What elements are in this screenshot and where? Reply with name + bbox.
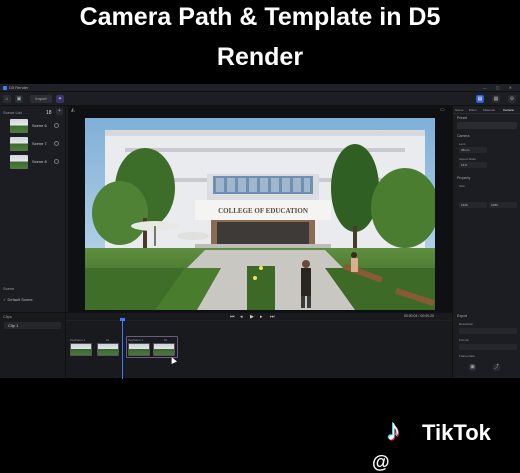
format-label: Format	[459, 338, 469, 342]
preset-section-title: Preset	[457, 116, 468, 120]
play-icon[interactable]: ▶	[250, 314, 254, 320]
clips-title: Clips	[3, 314, 12, 319]
properties-panel: Scene Effect Materials Camera Preset Cam…	[452, 106, 520, 378]
tiktok-watermark: ♪ TikTok	[386, 414, 520, 454]
timeline-panel: Clips Clip 1 ⏮ ◂ ▶ ▸ ⏭ 00:00:04 / 00:00:…	[0, 312, 452, 379]
aspect-label: Aspect Ratio	[459, 157, 477, 161]
keyframe-thumbnail[interactable]	[97, 343, 119, 356]
camera-visibility-icon[interactable]	[54, 123, 59, 128]
share-icon[interactable]: ⤴	[493, 364, 500, 371]
camera-thumbnail	[10, 155, 28, 169]
resolution-label: Resolution	[459, 322, 474, 326]
width-field[interactable]: 1920	[459, 202, 487, 208]
camera-label: Scene 8	[32, 159, 47, 164]
tab-effect[interactable]: Effect	[469, 108, 477, 112]
keyframe-label: Keyframe 1	[70, 338, 86, 342]
camera-item-2[interactable]: Scene 7	[10, 137, 64, 153]
export-section-title: Export	[457, 314, 468, 318]
window-title: D5 Render	[9, 85, 29, 90]
viewport-option-icon[interactable]: ▭	[440, 107, 446, 113]
keyframe-thumbnail[interactable]	[70, 343, 92, 356]
camera-thumbnail	[10, 119, 28, 133]
camera-label: Scene 7	[32, 141, 47, 146]
property-section-title: Property	[457, 176, 471, 180]
gallery-icon[interactable]: ▦	[492, 95, 500, 103]
tab-camera[interactable]: Camera	[503, 108, 514, 112]
scene-section-title: Scene	[3, 286, 15, 291]
camera-section-title: Camera	[457, 134, 470, 138]
camera-item-1[interactable]: Scene 6	[10, 119, 64, 135]
check-icon: ✓	[3, 297, 7, 302]
caption-line-2: Render	[216, 43, 304, 71]
keyframe-label: 2s	[106, 338, 110, 342]
title-bar: D5 Render — ▢ ✕	[0, 84, 520, 92]
format-field[interactable]	[459, 344, 517, 350]
lens-label: Lens	[459, 142, 466, 146]
export-icon[interactable]: ▣	[469, 364, 476, 371]
step-forward-icon[interactable]: ▸	[260, 314, 263, 320]
caption-line-1: Camera Path & Template in D5	[79, 3, 441, 31]
scene-list-panel: Scene List 18 + Scene 6 Scene 7 Scene 8 …	[0, 106, 66, 312]
camera-visibility-icon[interactable]	[54, 159, 59, 164]
skip-back-icon[interactable]: ⏮	[230, 314, 235, 320]
tiktok-logo-icon: ♪	[386, 414, 401, 447]
tiktok-handle-fragment: @	[372, 452, 390, 472]
default-scene-item[interactable]: ✓ Default Scene	[3, 297, 33, 302]
skip-forward-icon[interactable]: ⏭	[270, 314, 275, 320]
app-logo-icon	[3, 86, 7, 90]
timecode: 00:00:04 / 00:00:20	[403, 314, 434, 318]
size-label: Size	[459, 184, 465, 188]
home-icon[interactable]: ⌂	[3, 95, 11, 103]
keyframe-thumbnail[interactable]	[153, 343, 175, 356]
scene-list-title: Scene List	[3, 110, 22, 115]
camera-label: Scene 6	[32, 123, 47, 128]
scene-count: 18	[46, 110, 52, 116]
tab-scene[interactable]: Scene	[455, 108, 464, 112]
ai-icon[interactable]: ✦	[56, 95, 64, 103]
render-mode-icon[interactable]: ▤	[476, 95, 484, 103]
frame-rate-label: Frame Rate	[459, 354, 475, 358]
scene-item-label: Default Scene	[7, 297, 33, 302]
camera-thumbnail	[10, 137, 28, 151]
aspect-field[interactable]: 16:9	[459, 162, 487, 168]
viewport-toolbar: ◭ ▭	[68, 106, 452, 116]
d5-render-window: D5 Render — ▢ ✕ ⌂ ▣ Import ✦ ▤ ▦ ⚙ Scene…	[0, 84, 520, 379]
playhead[interactable]	[122, 319, 123, 379]
height-field[interactable]: 1080	[489, 202, 517, 208]
tiktok-wordmark: TikTok	[422, 420, 491, 445]
settings-icon[interactable]: ⚙	[508, 95, 516, 103]
resolution-field[interactable]	[459, 328, 517, 334]
building-sign: COLLEGE OF EDUCATION	[218, 207, 308, 215]
save-icon[interactable]: ▣	[15, 95, 23, 103]
window-controls[interactable]: — ▢ ✕	[483, 85, 516, 90]
camera-item-3[interactable]: Scene 8	[10, 155, 64, 171]
viewport-menu-icon[interactable]: ◭	[71, 107, 77, 113]
render-preview: COLLEGE OF EDUCATION	[85, 118, 435, 310]
keyframe-thumbnail[interactable]	[128, 343, 150, 356]
camera-visibility-icon[interactable]	[54, 141, 59, 146]
lens-field[interactable]: 35mm	[459, 147, 487, 153]
properties-tabs: Scene Effect Materials Camera	[453, 106, 520, 114]
clips-panel: Clips Clip 1	[0, 313, 66, 379]
tab-materials[interactable]: Materials	[483, 108, 495, 112]
add-scene-icon[interactable]: +	[56, 108, 63, 115]
step-back-icon[interactable]: ◂	[240, 314, 243, 320]
preset-selector[interactable]	[457, 122, 517, 129]
main-toolbar: ⌂ ▣ Import ✦ ▤ ▦ ⚙	[0, 92, 520, 106]
import-button[interactable]: Import	[30, 95, 52, 103]
viewport[interactable]: ◭ ▭ COLLEGE OF EDUCATION	[68, 106, 452, 312]
clip-item[interactable]: Clip 1	[4, 322, 61, 329]
render-scene-image: COLLEGE OF EDUCATION	[85, 118, 435, 310]
